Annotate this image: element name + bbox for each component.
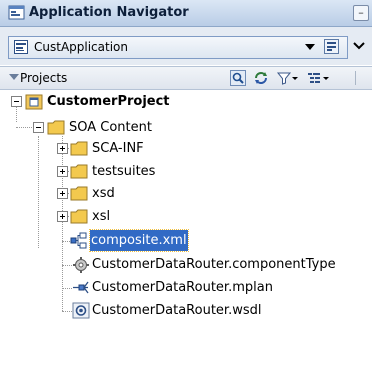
tree-node-label: CustomerDataRouter.wsdl [92, 303, 262, 318]
panel-title: Application Navigator [29, 5, 189, 20]
folder-icon [47, 120, 65, 135]
tree-node-folder[interactable]: testsuites [0, 161, 200, 182]
folder-icon [70, 141, 88, 156]
tree-node-label: SOA Content [69, 120, 152, 135]
composite-icon [70, 232, 87, 249]
application-name: CustApplication [34, 40, 128, 54]
application-navigator-panel: Application Navigator – CustApplication [0, 0, 372, 387]
tree-node-label: xsd [92, 186, 115, 201]
folder-icon [70, 209, 88, 224]
wsdl-icon [72, 302, 90, 319]
projects-label: Projects [20, 71, 68, 85]
tree-node-label: CustomerDataRouter.componentType [92, 257, 336, 272]
tree-options-icon[interactable] [306, 70, 322, 86]
tree-node-label: testsuites [92, 164, 156, 179]
tree-node-file[interactable]: CustomerDataRouter.componentType [0, 254, 336, 275]
project-folder-icon [25, 94, 43, 110]
toolbar-divider [355, 71, 356, 85]
tree-node-label: CustomerProject [47, 94, 170, 109]
filter-dropdown-icon[interactable] [291, 70, 299, 86]
projects-section-header: Projects [0, 66, 372, 90]
application-options-icon[interactable] [352, 38, 366, 52]
expand-toggle[interactable] [57, 166, 68, 177]
tree-node-folder[interactable]: xsd [0, 183, 200, 204]
tree-node-folder[interactable]: xsl [0, 206, 200, 227]
tree-node-label: composite.xml [89, 229, 189, 252]
search-icon[interactable] [230, 70, 246, 86]
project-tree: CustomerProject SOA Content SCA-INF test… [0, 89, 372, 387]
tree-options-dropdown-icon[interactable] [322, 70, 330, 86]
tree-node-file-selected[interactable]: composite.xml [0, 229, 200, 252]
tree-node-project[interactable]: CustomerProject [0, 91, 200, 112]
mediator-plan-icon [73, 281, 89, 294]
expand-toggle[interactable] [57, 143, 68, 154]
folder-icon [70, 186, 88, 201]
tree-node-label: CustomerDataRouter.mplan [92, 280, 273, 295]
application-navigator-icon [8, 5, 25, 20]
tree-node-file[interactable]: CustomerDataRouter.mplan [0, 277, 300, 298]
navigator-title-bar: Application Navigator – [0, 0, 372, 27]
tree-node-label: SCA-INF [92, 141, 144, 156]
expand-toggle[interactable] [57, 188, 68, 199]
expand-toggle[interactable] [57, 211, 68, 222]
collapse-toggle[interactable] [11, 96, 22, 107]
tree-node-folder[interactable]: SOA Content [0, 117, 200, 138]
tree-node-file[interactable]: CustomerDataRouter.wsdl [0, 300, 300, 321]
filter-icon[interactable] [276, 70, 292, 86]
collapse-toggle[interactable] [33, 122, 44, 133]
application-selector-row: CustApplication [0, 27, 372, 65]
tree-node-label: xsl [92, 209, 111, 224]
folder-icon [70, 164, 88, 179]
application-dropdown[interactable]: CustApplication [8, 36, 348, 59]
application-icon [14, 40, 28, 54]
tree-node-folder[interactable]: SCA-INF [0, 138, 200, 159]
minimize-button[interactable]: – [353, 5, 369, 21]
component-type-icon [73, 257, 89, 273]
refresh-icon[interactable] [253, 70, 269, 86]
collapse-triangle-icon[interactable] [9, 74, 19, 80]
chevron-down-icon[interactable] [305, 44, 315, 50]
application-menu-icon[interactable] [324, 39, 339, 54]
